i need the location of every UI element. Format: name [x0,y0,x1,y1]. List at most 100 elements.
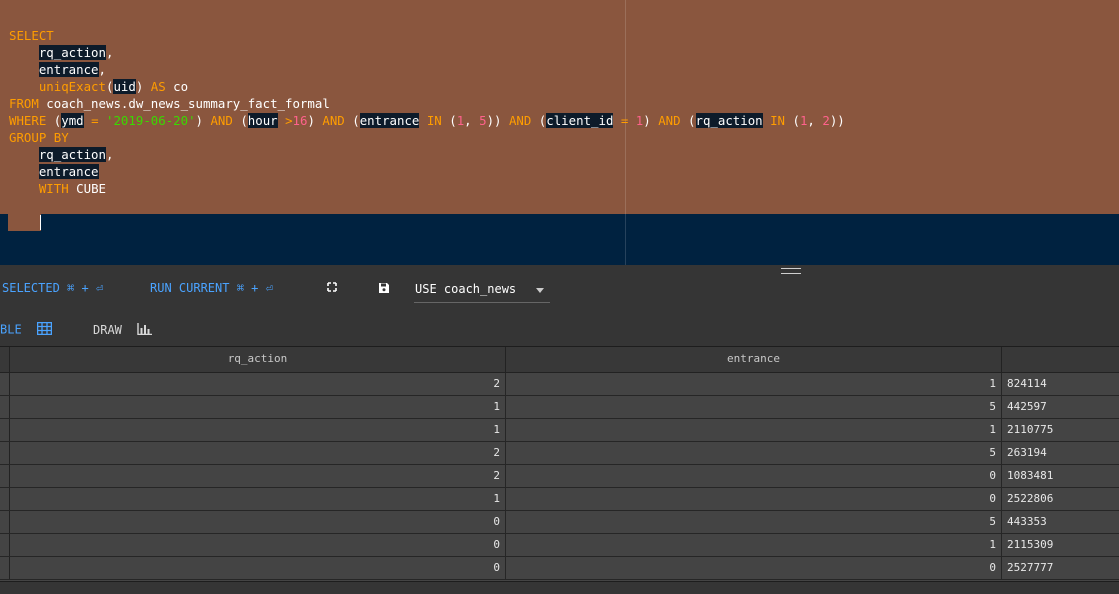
table-cell[interactable]: 2 [10,373,506,395]
code-line[interactable]: FROM coach_news.dw_news_summary_fact_for… [9,95,845,112]
sql-text: , [464,113,480,128]
row-gutter[interactable] [0,396,10,418]
bar-chart-icon [137,323,153,338]
code-line[interactable]: rq_action, [9,146,845,163]
table-cell[interactable]: 5 [506,511,1002,533]
run-current-button[interactable]: RUN CURRENT ⌘ + ⏎ [150,281,273,295]
column-header-co[interactable] [1002,347,1119,372]
text-caret [40,215,41,230]
result-view-tabs: BLE DRAW [0,318,400,340]
table-row[interactable]: 1 5 442597 [0,396,1119,419]
code-line[interactable]: rq_action, [9,44,845,61]
fullscreen-icon[interactable] [326,281,338,296]
table-row[interactable]: 1 1 2110775 [0,419,1119,442]
table-row[interactable]: 2 1 824114 [0,373,1119,396]
table-cell[interactable]: 0 [10,511,506,533]
table-cell[interactable]: 0 [506,465,1002,487]
table-cell[interactable]: 2115309 [1002,534,1119,556]
row-gutter[interactable] [0,373,10,395]
query-toolbar: SELECTED ⌘ + ⏎ RUN CURRENT ⌘ + ⏎ USE coa… [0,274,1119,304]
column-header-rq-action[interactable]: rq_action [10,347,506,372]
table-cell[interactable]: 824114 [1002,373,1119,395]
table-row[interactable]: 1 0 2522806 [0,488,1119,511]
dropdown-arrow-icon [536,288,544,293]
table-cell[interactable]: 263194 [1002,442,1119,464]
row-gutter[interactable] [0,511,10,533]
occurrence-highlight: entrance [38,62,99,77]
sql-keyword: AND [658,113,681,128]
table-row[interactable]: 2 5 263194 [0,442,1119,465]
table-cell[interactable]: 442597 [1002,396,1119,418]
sql-keyword: SELECT [9,28,54,43]
sql-keyword: AND [508,113,532,128]
table-cell[interactable]: 2527777 [1002,557,1119,579]
column-header-entrance[interactable]: entrance [506,347,1002,372]
run-selected-button[interactable]: SELECTED ⌘ + ⏎ [2,281,103,295]
database-select[interactable]: USE coach_news [414,277,550,303]
sql-text: coach_news.dw_news_summary_fact_formal [38,96,330,111]
code-line[interactable]: GROUP BY [9,129,845,146]
sql-keyword: FROM [9,96,39,111]
table-row[interactable]: 0 0 2527777 [0,557,1119,580]
table-cell[interactable]: 5 [506,396,1002,418]
occurrence-highlight: rq_action [695,113,763,128]
tab-table[interactable]: BLE [0,321,53,338]
table-cell[interactable]: 1 [506,419,1002,441]
code-line[interactable]: entrance [9,163,845,180]
database-select-value: USE coach_news [415,282,517,296]
table-cell[interactable]: 1 [10,488,506,510]
result-grid[interactable]: rq_action entrance 2 1 824114 1 5 442597 1 1 211… [0,346,1119,582]
sql-text: , [105,147,114,162]
table-row[interactable]: 2 0 1083481 [0,465,1119,488]
sql-text: )) [829,113,845,128]
code-lines[interactable]: SELECT rq_action, entrance, uniqExact(ui… [9,27,845,197]
code-line[interactable]: entrance, [9,61,845,78]
row-gutter[interactable] [0,557,10,579]
sql-keyword: > [277,113,293,128]
row-gutter[interactable] [0,442,10,464]
sql-editor[interactable]: SELECT rq_action, entrance, uniqExact(ui… [0,0,1119,265]
sql-text: ) [195,113,211,128]
sql-keyword: = [613,113,636,128]
tab-table-label: BLE [0,322,22,337]
table-row[interactable]: 0 5 443353 [0,511,1119,534]
save-icon[interactable] [378,282,390,297]
table-cell[interactable]: 0 [506,488,1002,510]
code-line[interactable]: SELECT [9,27,845,44]
occurrence-highlight: uid [113,79,136,94]
table-cell[interactable]: 443353 [1002,511,1119,533]
table-cell[interactable]: 2522806 [1002,488,1119,510]
table-row[interactable]: 0 1 2115309 [0,534,1119,557]
table-icon [36,321,53,338]
table-cell[interactable]: 1083481 [1002,465,1119,487]
row-gutter[interactable] [0,419,10,441]
table-cell[interactable]: 2110775 [1002,419,1119,441]
table-cell[interactable]: 1 [10,419,506,441]
code-line[interactable]: WITH CUBE [9,180,845,197]
sql-keyword: uniqExact [38,79,106,94]
sql-keyword: WITH [38,181,69,196]
table-cell[interactable]: 5 [506,442,1002,464]
row-gutter[interactable] [0,488,10,510]
occurrence-highlight: rq_action [38,147,106,162]
row-gutter[interactable] [0,534,10,556]
table-cell[interactable]: 1 [10,396,506,418]
table-cell[interactable]: 2 [10,465,506,487]
code-line[interactable]: uniqExact(uid) AS co [9,78,845,95]
tab-draw[interactable]: DRAW [93,323,153,338]
table-cell[interactable]: 2 [10,442,506,464]
table-cell[interactable]: 1 [506,534,1002,556]
table-cell[interactable]: 0 [506,557,1002,579]
row-gutter[interactable] [0,465,10,487]
sql-text: )) [486,113,509,128]
table-cell[interactable]: 0 [10,534,506,556]
table-cell[interactable]: 0 [10,557,506,579]
sql-text: ) [135,79,151,94]
table-cell[interactable]: 1 [506,373,1002,395]
code-line[interactable]: WHERE (ymd = '2019-06-20') AND (hour >16… [9,112,845,129]
occurrence-highlight: ymd [61,113,84,128]
